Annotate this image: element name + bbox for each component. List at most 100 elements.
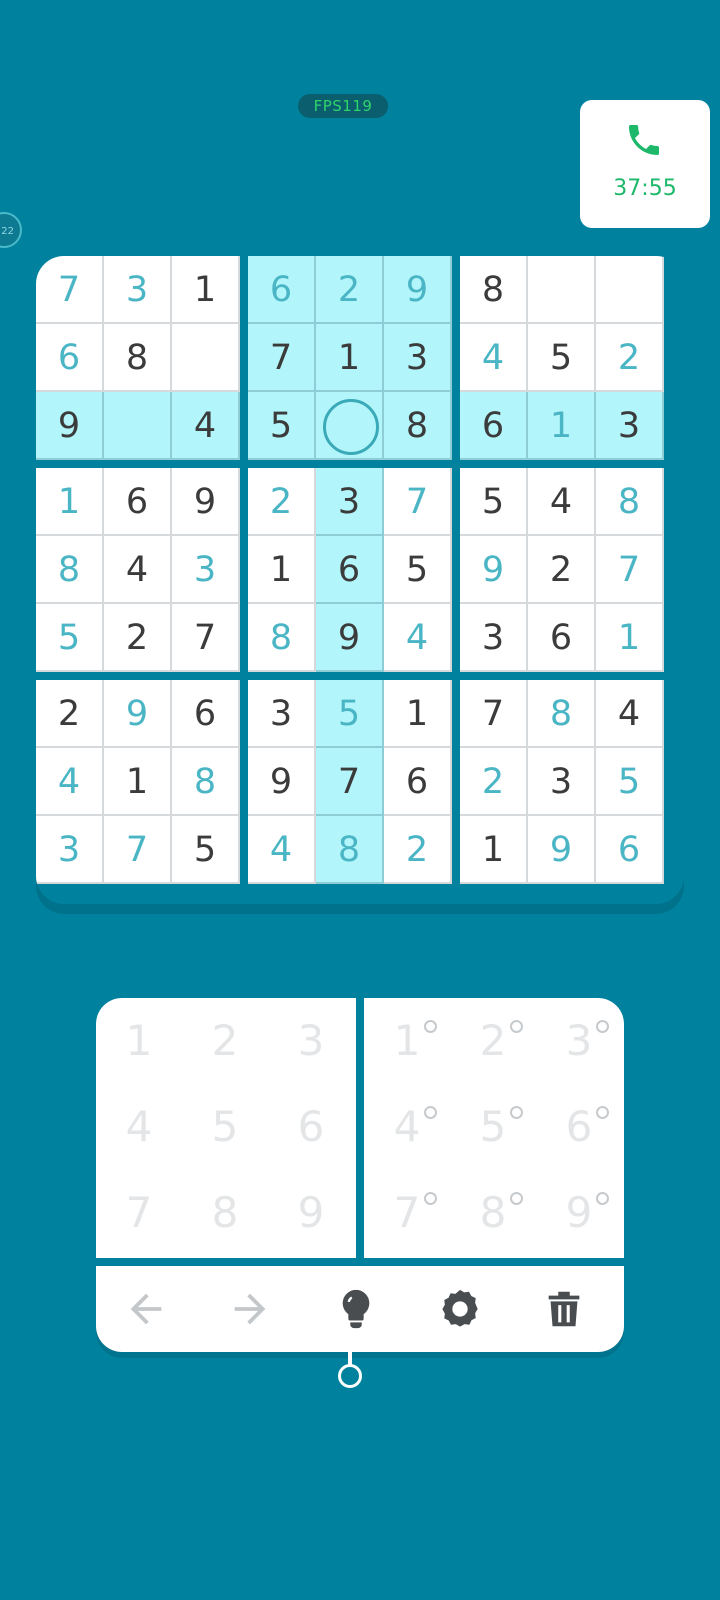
gear-icon[interactable] [437, 1286, 483, 1332]
board-cell-r1-c3[interactable]: 1 [172, 256, 240, 324]
board-cell-r6-c4[interactable]: 8 [248, 604, 316, 672]
board-cell-r5-c8[interactable]: 2 [528, 536, 596, 604]
board-cell-r5-c4[interactable]: 1 [248, 536, 316, 604]
board-cell-r7-c7[interactable]: 7 [460, 680, 528, 748]
board-cell-r8-c3[interactable]: 8 [172, 748, 240, 816]
board-cell-r8-c2[interactable]: 1 [104, 748, 172, 816]
board-cell-r1-c1[interactable]: 7 [36, 256, 104, 324]
board-cell-r8-c4[interactable]: 9 [248, 748, 316, 816]
board-cell-r6-c6[interactable]: 4 [384, 604, 452, 672]
digit-key-8[interactable]: 8 [182, 1170, 268, 1256]
board-cell-r6-c1[interactable]: 5 [36, 604, 104, 672]
board-cell-r2-c8[interactable]: 5 [528, 324, 596, 392]
board-cell-r3-c6[interactable]: 8 [384, 392, 452, 460]
board-cell-r4-c8[interactable]: 4 [528, 468, 596, 536]
board-cell-r6-c3[interactable]: 7 [172, 604, 240, 672]
board-cell-r7-c9[interactable]: 4 [596, 680, 664, 748]
board-cell-r5-c6[interactable]: 5 [384, 536, 452, 604]
drawer-handle-ring[interactable] [338, 1364, 362, 1388]
board-cell-r9-c6[interactable]: 2 [384, 816, 452, 884]
board-cell-r7-c2[interactable]: 9 [104, 680, 172, 748]
board-cell-r1-c5[interactable]: 2 [316, 256, 384, 324]
note-key-1[interactable]: 1 [364, 998, 450, 1084]
board-cell-r3-c3[interactable]: 4 [172, 392, 240, 460]
board-cell-r3-c8[interactable]: 1 [528, 392, 596, 460]
board-cell-r7-c5[interactable]: 5 [316, 680, 384, 748]
board-cell-r5-c7[interactable]: 9 [460, 536, 528, 604]
board-cell-r3-c5[interactable] [316, 392, 384, 460]
note-key-9[interactable]: 9 [536, 1170, 622, 1256]
board-cell-r6-c2[interactable]: 2 [104, 604, 172, 672]
board-cell-r8-c6[interactable]: 6 [384, 748, 452, 816]
board-cell-r8-c1[interactable]: 4 [36, 748, 104, 816]
board-cell-r2-c5[interactable]: 1 [316, 324, 384, 392]
lightbulb-icon[interactable] [333, 1286, 379, 1332]
arrow-right-icon[interactable] [227, 1286, 273, 1332]
digit-key-3[interactable]: 3 [268, 998, 354, 1084]
board-cell-r2-c2[interactable]: 8 [104, 324, 172, 392]
digit-key-9[interactable]: 9 [268, 1170, 354, 1256]
board-cell-r8-c5[interactable]: 7 [316, 748, 384, 816]
board-cell-r6-c5[interactable]: 9 [316, 604, 384, 672]
board-cell-r9-c9[interactable]: 6 [596, 816, 664, 884]
note-key-4[interactable]: 4 [364, 1084, 450, 1170]
board-cell-r3-c2[interactable] [104, 392, 172, 460]
board-cell-r1-c8[interactable] [528, 256, 596, 324]
board-cell-r4-c9[interactable]: 8 [596, 468, 664, 536]
board-cell-r6-c9[interactable]: 1 [596, 604, 664, 672]
trash-icon[interactable] [541, 1286, 587, 1332]
board-cell-r1-c6[interactable]: 9 [384, 256, 452, 324]
board-cell-r3-c4[interactable]: 5 [248, 392, 316, 460]
board-cell-r7-c6[interactable]: 1 [384, 680, 452, 748]
note-key-7[interactable]: 7 [364, 1170, 450, 1256]
board-cell-r7-c4[interactable]: 3 [248, 680, 316, 748]
board-cell-r4-c3[interactable]: 9 [172, 468, 240, 536]
note-key-5[interactable]: 5 [450, 1084, 536, 1170]
board-cell-r8-c7[interactable]: 2 [460, 748, 528, 816]
board-cell-r8-c8[interactable]: 3 [528, 748, 596, 816]
board-cell-r5-c5[interactable]: 6 [316, 536, 384, 604]
board-cell-r9-c4[interactable]: 4 [248, 816, 316, 884]
board-cell-r9-c7[interactable]: 1 [460, 816, 528, 884]
board-cell-r2-c4[interactable]: 7 [248, 324, 316, 392]
board-cell-r7-c3[interactable]: 6 [172, 680, 240, 748]
board-cell-r9-c1[interactable]: 3 [36, 816, 104, 884]
board-cell-r2-c9[interactable]: 2 [596, 324, 664, 392]
board-cell-r9-c2[interactable]: 7 [104, 816, 172, 884]
board-cell-r1-c4[interactable]: 6 [248, 256, 316, 324]
board-cell-r3-c1[interactable]: 9 [36, 392, 104, 460]
board-cell-r9-c5[interactable]: 8 [316, 816, 384, 884]
call-timer-card[interactable]: 37:55 [580, 100, 710, 228]
board-cell-r2-c1[interactable]: 6 [36, 324, 104, 392]
board-cell-r4-c5[interactable]: 3 [316, 468, 384, 536]
digit-key-2[interactable]: 2 [182, 998, 268, 1084]
note-key-8[interactable]: 8 [450, 1170, 536, 1256]
board-cell-r5-c2[interactable]: 4 [104, 536, 172, 604]
board-cell-r4-c7[interactable]: 5 [460, 468, 528, 536]
board-cell-r9-c8[interactable]: 9 [528, 816, 596, 884]
digit-key-1[interactable]: 1 [96, 998, 182, 1084]
board-cell-r5-c3[interactable]: 3 [172, 536, 240, 604]
note-key-2[interactable]: 2 [450, 998, 536, 1084]
board-cell-r3-c9[interactable]: 3 [596, 392, 664, 460]
board-cell-r4-c6[interactable]: 7 [384, 468, 452, 536]
board-cell-r7-c1[interactable]: 2 [36, 680, 104, 748]
board-cell-r5-c9[interactable]: 7 [596, 536, 664, 604]
board-cell-r6-c8[interactable]: 6 [528, 604, 596, 672]
board-cell-r6-c7[interactable]: 3 [460, 604, 528, 672]
digit-key-5[interactable]: 5 [182, 1084, 268, 1170]
board-cell-r4-c4[interactable]: 2 [248, 468, 316, 536]
digit-key-4[interactable]: 4 [96, 1084, 182, 1170]
arrow-left-icon[interactable] [123, 1286, 169, 1332]
board-cell-r5-c1[interactable]: 8 [36, 536, 104, 604]
board-cell-r2-c7[interactable]: 4 [460, 324, 528, 392]
note-key-6[interactable]: 6 [536, 1084, 622, 1170]
board-cell-r4-c2[interactable]: 6 [104, 468, 172, 536]
note-key-3[interactable]: 3 [536, 998, 622, 1084]
board-cell-r2-c3[interactable] [172, 324, 240, 392]
board-cell-r9-c3[interactable]: 5 [172, 816, 240, 884]
board-cell-r4-c1[interactable]: 1 [36, 468, 104, 536]
digit-key-7[interactable]: 7 [96, 1170, 182, 1256]
side-floating-badge[interactable]: 22 [0, 212, 22, 248]
board-cell-r8-c9[interactable]: 5 [596, 748, 664, 816]
